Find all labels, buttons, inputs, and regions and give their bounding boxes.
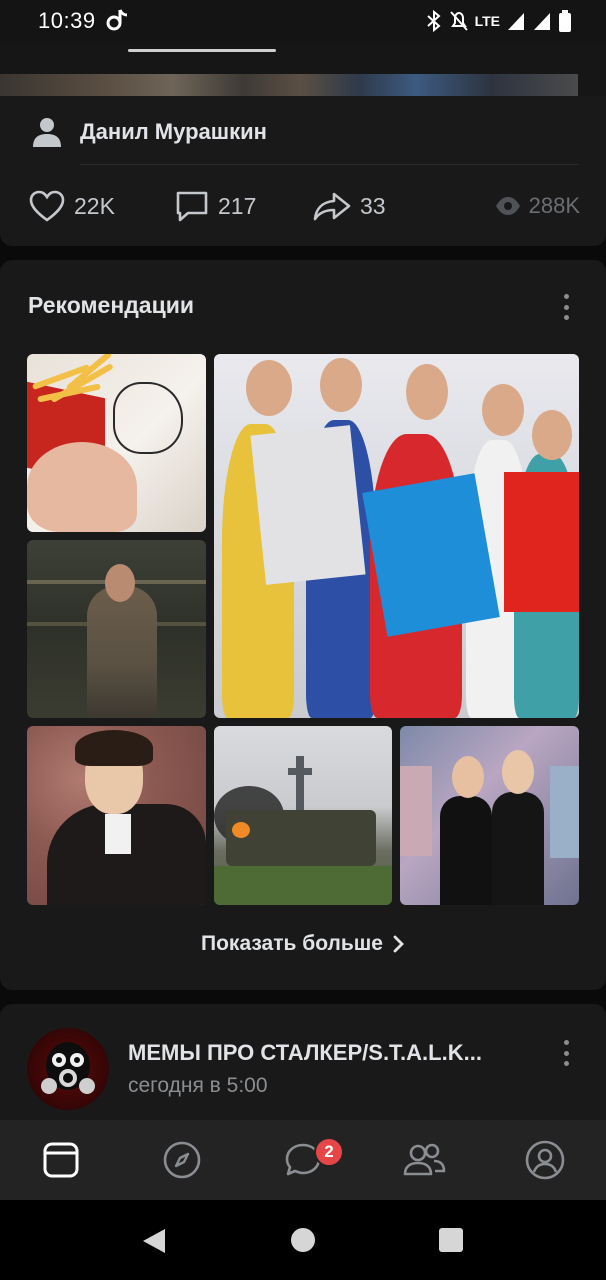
views-counter: 288K xyxy=(495,188,580,224)
author-name[interactable]: Данил Мурашкин xyxy=(80,119,267,145)
letter-shape xyxy=(504,472,579,612)
hand-shape xyxy=(27,442,137,532)
likes-count: 22K xyxy=(74,192,115,219)
person-shape xyxy=(440,796,492,905)
signal-icon-2 xyxy=(534,13,550,30)
home-icon[interactable] xyxy=(291,1228,315,1252)
fries-photo[interactable] xyxy=(27,354,206,532)
cross-monument xyxy=(296,756,304,810)
signal-icon xyxy=(508,13,524,30)
post-time: сегодня в 5:00 xyxy=(128,1074,268,1097)
head-shape xyxy=(532,410,572,460)
cross-monument xyxy=(288,768,312,775)
more-dot xyxy=(563,1061,569,1066)
recommendations-block: Рекомендации Показать больше xyxy=(0,260,606,990)
views-count: 288K xyxy=(528,193,580,218)
back-icon[interactable] xyxy=(141,1227,167,1255)
post-stats: 22K 217 33 288K xyxy=(28,188,580,224)
status-bar: 10:39 LTE xyxy=(0,0,606,44)
show-more-button[interactable]: Показать больше xyxy=(0,932,606,956)
grass-shape xyxy=(214,866,392,905)
more-options-button[interactable] xyxy=(556,292,576,322)
recent-apps-icon[interactable] xyxy=(439,1228,463,1252)
person-shape xyxy=(492,792,544,905)
shares-count: 33 xyxy=(360,192,386,219)
tab-indicator xyxy=(128,49,276,52)
gas-mask-icon xyxy=(41,1042,95,1094)
students-with-letters-photo[interactable] xyxy=(214,354,579,718)
status-time: 10:39 xyxy=(38,8,96,33)
head-shape xyxy=(452,756,484,798)
next-post-card: МЕМЫ ПРО СТАЛКЕР/S.T.A.L.K... сегодня в … xyxy=(0,1004,606,1120)
tank-shape xyxy=(226,810,376,866)
status-icons: LTE xyxy=(425,8,572,34)
pushkin-portrait-photo[interactable] xyxy=(27,726,206,905)
comment-button[interactable]: 217 xyxy=(174,188,256,224)
head-shape xyxy=(482,384,524,436)
battery-icon xyxy=(559,10,571,32)
group-name[interactable]: МЕМЫ ПРО СТАЛКЕР/S.T.A.L.K... xyxy=(128,1040,528,1066)
network-label: LTE xyxy=(474,13,500,29)
game-character-photo[interactable] xyxy=(27,540,206,718)
fire-shape xyxy=(232,822,250,838)
head-shape xyxy=(246,360,292,416)
previous-post-image[interactable] xyxy=(0,74,578,96)
system-nav-bar xyxy=(0,1200,606,1280)
heart-icon xyxy=(29,190,65,222)
post-author[interactable]: Данил Мурашкин xyxy=(28,116,267,148)
head-shape xyxy=(502,750,534,794)
more-dot xyxy=(563,294,569,299)
post-options-button[interactable] xyxy=(556,1038,576,1068)
head-shape xyxy=(406,364,448,420)
hair-shape xyxy=(75,730,153,766)
sketch-drawing xyxy=(113,382,183,454)
chevron-right-icon xyxy=(393,935,404,953)
explore-icon xyxy=(163,1141,201,1179)
messages-badge: 2 xyxy=(314,1137,344,1167)
burning-tank-photo[interactable] xyxy=(214,726,392,905)
letter-shape xyxy=(250,425,366,585)
friends-icon xyxy=(403,1143,446,1176)
comments-count: 217 xyxy=(218,192,257,219)
bluetooth-icon xyxy=(426,9,441,33)
share-button[interactable]: 33 xyxy=(312,188,386,224)
feed-icon xyxy=(43,1142,79,1178)
tab-explore[interactable] xyxy=(160,1138,204,1182)
side-photo xyxy=(400,766,432,856)
user-icon xyxy=(33,118,61,147)
mute-icon xyxy=(449,11,468,31)
more-dot xyxy=(563,304,569,310)
character-shape xyxy=(87,586,157,718)
more-dot xyxy=(563,1050,569,1056)
collar-shape xyxy=(105,814,131,854)
tiktok-icon xyxy=(106,9,128,31)
more-dot xyxy=(563,315,569,320)
girls-photo[interactable] xyxy=(400,726,579,905)
head-shape xyxy=(320,358,362,412)
tab-friends[interactable] xyxy=(402,1138,446,1182)
like-button[interactable]: 22K xyxy=(28,188,115,224)
eye-icon xyxy=(495,197,520,215)
share-icon xyxy=(313,192,351,221)
previous-post-card: Данил Мурашкин 22K 217 33 288K xyxy=(0,44,606,246)
tab-profile[interactable] xyxy=(523,1138,567,1182)
profile-icon xyxy=(525,1140,565,1180)
show-more-label: Показать больше xyxy=(201,932,383,955)
more-dot xyxy=(563,1040,569,1045)
group-avatar[interactable] xyxy=(27,1028,109,1110)
side-photo xyxy=(550,766,579,858)
tab-feed[interactable] xyxy=(39,1138,83,1182)
recommendations-title: Рекомендации xyxy=(28,292,195,318)
character-head xyxy=(105,564,135,602)
comment-icon xyxy=(176,191,208,222)
tab-bar xyxy=(0,1120,606,1200)
divider xyxy=(80,164,578,165)
